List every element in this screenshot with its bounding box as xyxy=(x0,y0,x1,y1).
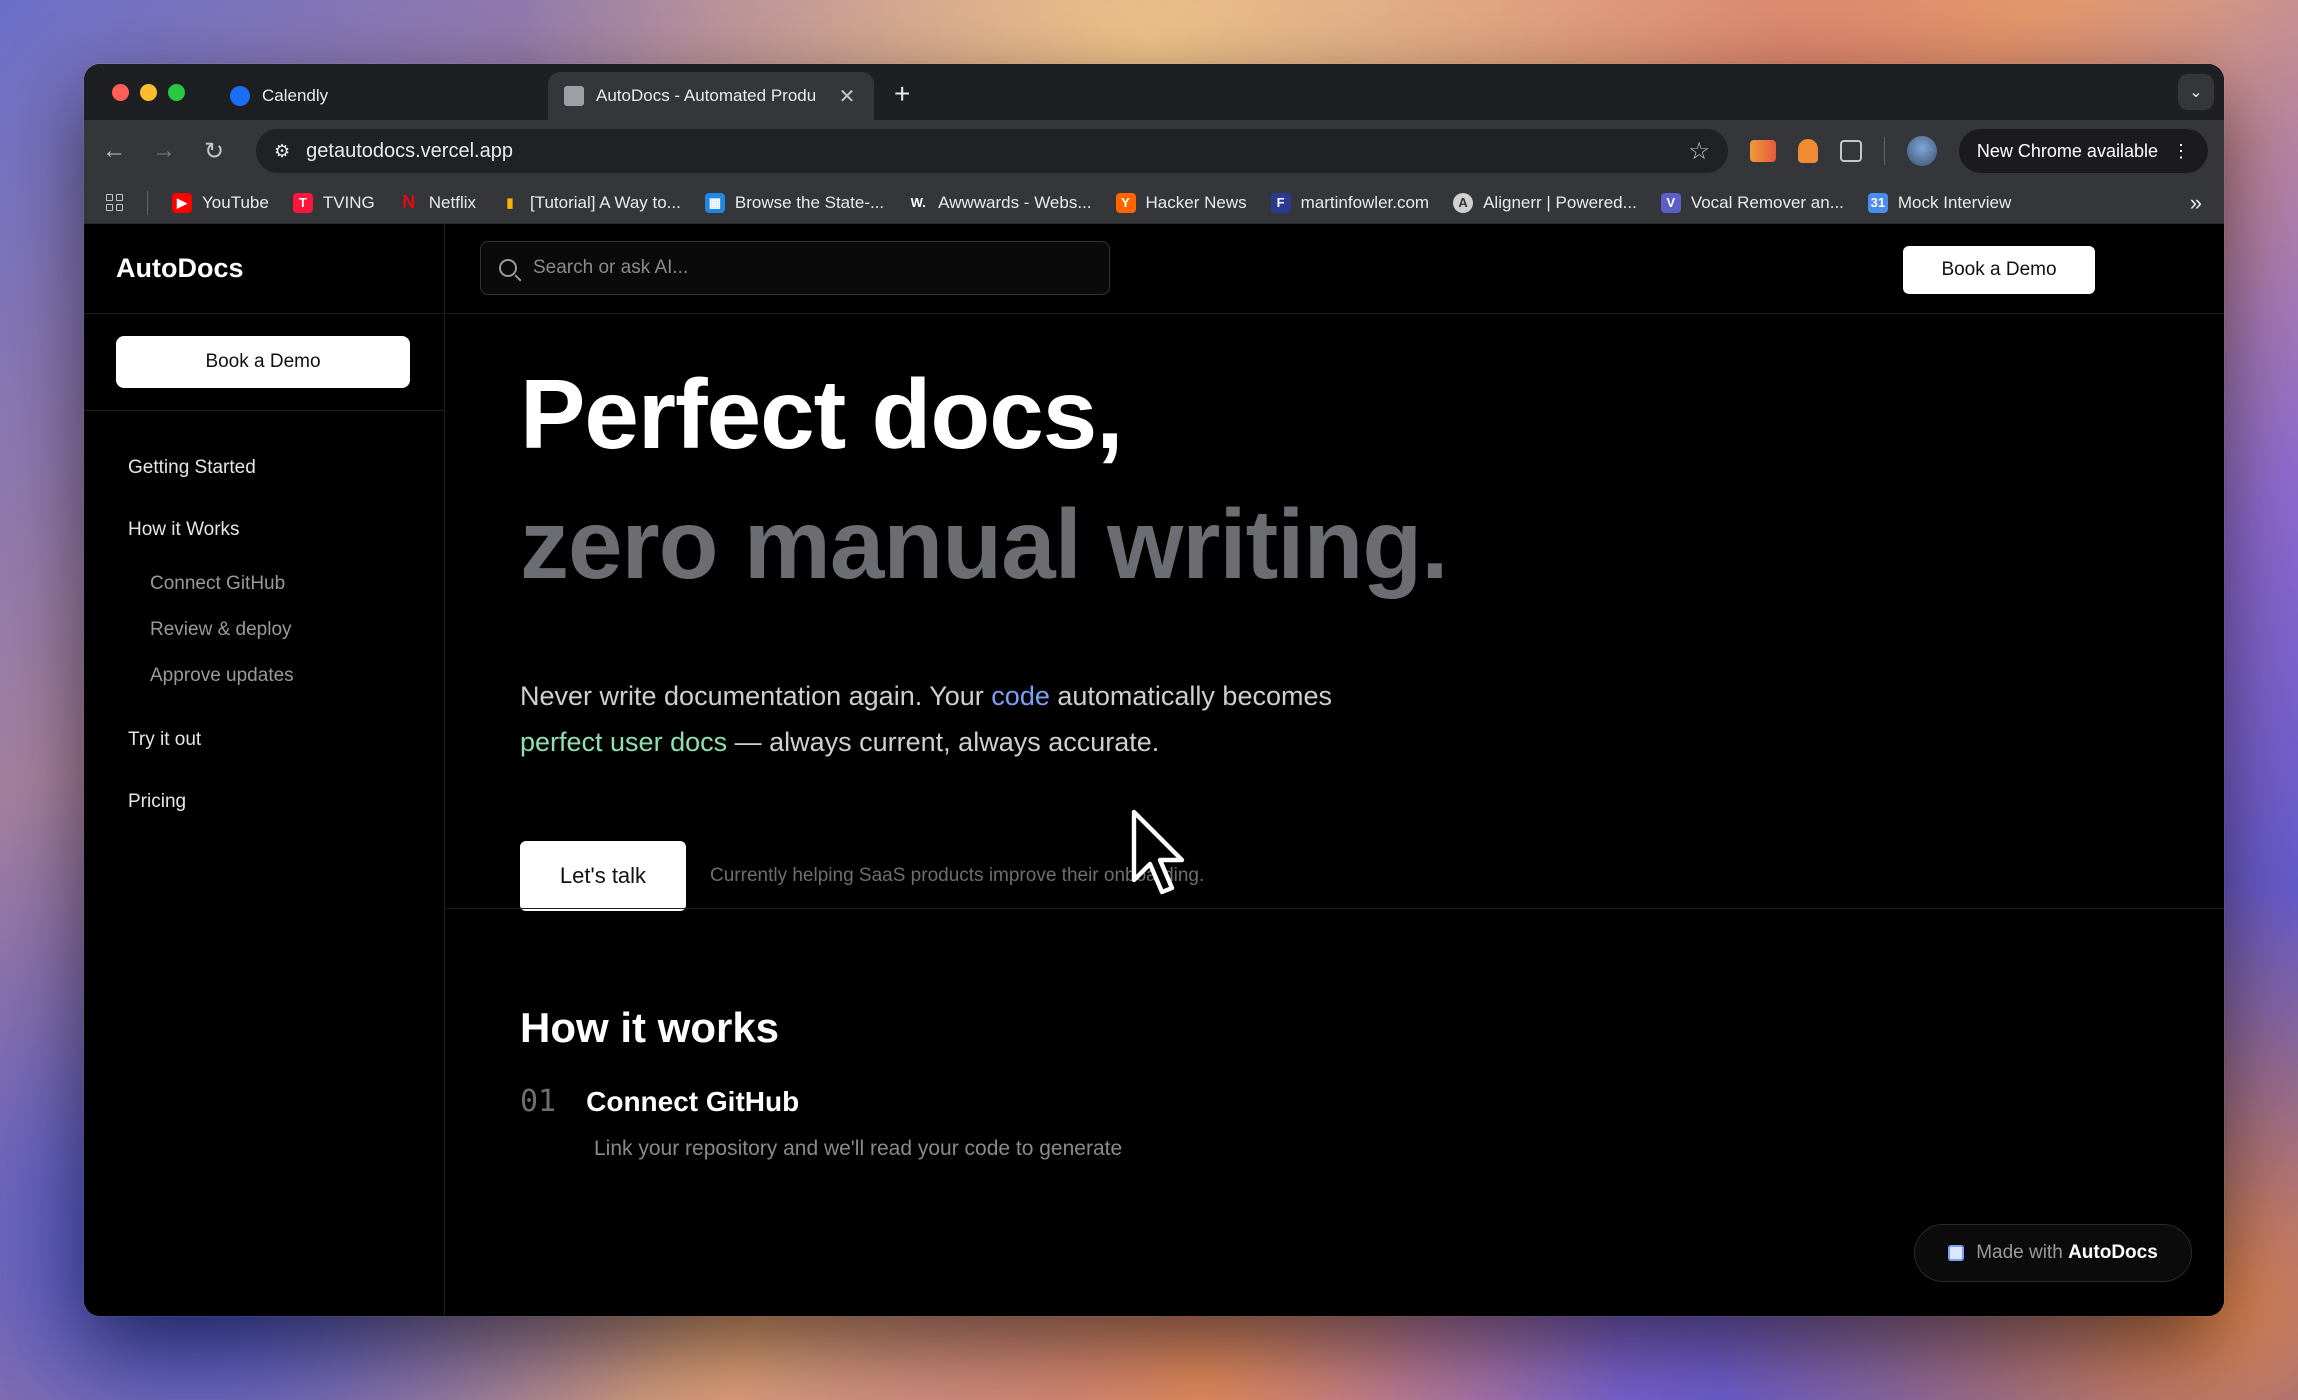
lets-talk-button[interactable]: Let's talk xyxy=(520,841,686,911)
autodocs-favicon-icon xyxy=(564,86,584,106)
bookmark-youtube[interactable]: ▶ YouTube xyxy=(172,192,269,213)
tab-autodocs[interactable]: AutoDocs - Automated Produ ✕ xyxy=(548,72,874,120)
bookmark-star-icon[interactable]: ☆ xyxy=(1688,137,1710,166)
extensions-area xyxy=(1749,136,1937,166)
hero-title-line1: Perfect docs, xyxy=(520,359,1123,469)
maximize-window-button[interactable] xyxy=(168,84,185,101)
sidebar-item-connect-github[interactable]: Connect GitHub xyxy=(84,561,444,607)
martinfowler-icon: F xyxy=(1270,192,1291,213)
search-icon xyxy=(499,259,517,277)
forward-arrow-icon[interactable]: → xyxy=(150,137,178,165)
hackernews-icon: Y xyxy=(1115,192,1136,213)
url-text[interactable]: getautodocs.vercel.app xyxy=(306,140,1672,163)
sidebar-item-how-it-works[interactable]: How it Works xyxy=(84,499,444,561)
lead-text: automatically becomes xyxy=(1049,681,1332,711)
lead-text: — always current, always accurate. xyxy=(727,727,1160,757)
papers-icon: ▦ xyxy=(704,192,725,213)
bookmark-separator xyxy=(147,190,148,215)
minimize-window-button[interactable] xyxy=(140,84,157,101)
bookmark-awwwards[interactable]: W. Awwwards - Webs... xyxy=(908,193,1092,213)
search-placeholder: Search or ask AI... xyxy=(533,257,689,278)
lead-docs-highlight: perfect user docs xyxy=(520,727,728,757)
step-title: Connect GitHub xyxy=(586,1086,800,1117)
sidebar-item-approve-updates[interactable]: Approve updates xyxy=(84,653,444,699)
more-bookmarks-icon[interactable]: » xyxy=(2190,190,2202,216)
tab-search-icon[interactable]: ⌄ xyxy=(2178,74,2214,110)
hero-cta-row: Let's talk Currently helping SaaS produc… xyxy=(520,841,1447,911)
mock-interview-icon: 31 xyxy=(1867,192,1888,213)
calendly-favicon-icon xyxy=(230,86,250,106)
chart-icon: ▮ xyxy=(506,194,514,210)
chrome-update-button[interactable]: New Chrome available ⋮ xyxy=(1958,129,2208,173)
extension-icon[interactable] xyxy=(1797,139,1818,163)
mouse-pointer-icon xyxy=(1131,809,1185,895)
sidebar-item-review-deploy[interactable]: Review & deploy xyxy=(84,607,444,653)
lead-text: Never write documentation again. Your xyxy=(520,681,992,711)
brand-logo[interactable]: AutoDocs xyxy=(84,224,444,314)
bookmark-netflix[interactable]: N Netflix xyxy=(399,192,476,213)
bookmark-mock-interview[interactable]: 31 Mock Interview xyxy=(1867,192,2011,213)
profile-avatar[interactable] xyxy=(1906,136,1937,166)
how-it-works-heading: How it works xyxy=(520,1004,780,1051)
close-window-button[interactable] xyxy=(112,84,129,101)
step-item: 01 Connect GitHub xyxy=(520,1084,799,1119)
reload-icon[interactable]: ↻ xyxy=(200,137,228,166)
main-content: Search or ask AI... Book a Demo Perfect … xyxy=(446,224,2224,1316)
bookmark-tutorial[interactable]: ▮ [Tutorial] A Way to... xyxy=(500,193,680,213)
netflix-icon: N xyxy=(402,192,416,212)
hero-lead: Never write documentation again. Your co… xyxy=(520,673,1440,765)
awwwards-icon: W. xyxy=(910,195,926,210)
address-bar[interactable]: ⚙ getautodocs.vercel.app ☆ xyxy=(256,129,1728,173)
vocal-remover-icon: V xyxy=(1660,192,1681,213)
made-with-badge[interactable]: Made with AutoDocs xyxy=(1914,1224,2192,1282)
lead-code-highlight: code xyxy=(991,681,1050,711)
tving-icon: T xyxy=(292,192,313,213)
back-arrow-icon[interactable]: ← xyxy=(100,137,128,165)
youtube-icon: ▶ xyxy=(172,192,192,213)
bookmarks-bar: ▶ YouTube T TVING N Netflix ▮ [Tutorial] A W… xyxy=(84,182,2224,224)
autodocs-logo-icon xyxy=(1948,1245,1965,1261)
window-controls xyxy=(112,84,185,101)
made-with-brand: AutoDocs xyxy=(2068,1242,2158,1263)
sidebar-cta-wrap: Book a Demo xyxy=(84,314,444,411)
sidebar-item-try-it-out[interactable]: Try it out xyxy=(84,709,444,771)
new-tab-button[interactable]: + xyxy=(894,78,910,110)
made-with-text: Made with AutoDocs xyxy=(1976,1242,2158,1264)
header-book-demo-button[interactable]: Book a Demo xyxy=(1903,246,2095,294)
tab-title: Calendly xyxy=(262,86,329,105)
bookmark-tving[interactable]: T TVING xyxy=(292,192,375,213)
sidebar-item-getting-started[interactable]: Getting Started xyxy=(84,437,444,499)
bookmark-martinfowler[interactable]: Fmartinfowler.com xyxy=(1270,192,1429,213)
web-page: AutoDocs Book a Demo Getting Started How… xyxy=(84,224,2224,1316)
tab-title: AutoDocs - Automated Produ xyxy=(596,86,817,105)
sidebar: AutoDocs Book a Demo Getting Started How… xyxy=(84,224,445,1316)
section-divider xyxy=(446,908,2224,909)
browser-toolbar: ← → ↻ ⚙ getautodocs.vercel.app ☆ New Chr… xyxy=(84,120,2224,182)
hero-section: Perfect docs, zero manual writing. Never… xyxy=(520,349,1448,911)
tab-strip: Calendly ✕ AutoDocs - Automated Produ ✕ … xyxy=(84,64,2224,120)
close-tab-icon[interactable]: ✕ xyxy=(836,84,858,109)
sidebar-book-demo-button[interactable]: Book a Demo xyxy=(116,336,410,388)
bookmark-vocal-remover[interactable]: V Vocal Remover an... xyxy=(1660,192,1844,213)
step-description: Link your repository and we'll read your… xyxy=(594,1137,1123,1160)
made-with-prefix: Made with xyxy=(1976,1242,2069,1263)
browser-window: Calendly ✕ AutoDocs - Automated Produ ✕ … xyxy=(84,64,2224,1316)
hero-title-line2: zero manual writing. xyxy=(520,489,1448,599)
sidebar-nav: Getting Started How it Works Connect Git… xyxy=(84,411,444,833)
toolbar-divider xyxy=(1883,137,1885,165)
bookmark-hackernews[interactable]: Y Hacker News xyxy=(1115,192,1247,213)
apps-grid-icon[interactable] xyxy=(106,194,123,211)
update-label: New Chrome available xyxy=(1976,140,2158,161)
top-bar: Search or ask AI... Book a Demo xyxy=(446,224,2224,314)
kebab-menu-icon[interactable]: ⋮ xyxy=(2172,141,2190,162)
step-number: 01 xyxy=(520,1084,557,1119)
extensions-puzzle-icon[interactable] xyxy=(1839,140,1862,162)
bookmark-alignerr[interactable]: A Alignerr | Powered... xyxy=(1453,192,1637,213)
alignerr-icon: A xyxy=(1453,192,1474,213)
bookmark-papers[interactable]: ▦ Browse the State-... xyxy=(704,192,884,213)
sidebar-item-pricing[interactable]: Pricing xyxy=(84,771,444,833)
search-input[interactable]: Search or ask AI... xyxy=(480,241,1110,295)
extension-icon[interactable] xyxy=(1749,140,1776,162)
site-settings-icon[interactable]: ⚙ xyxy=(274,141,290,162)
